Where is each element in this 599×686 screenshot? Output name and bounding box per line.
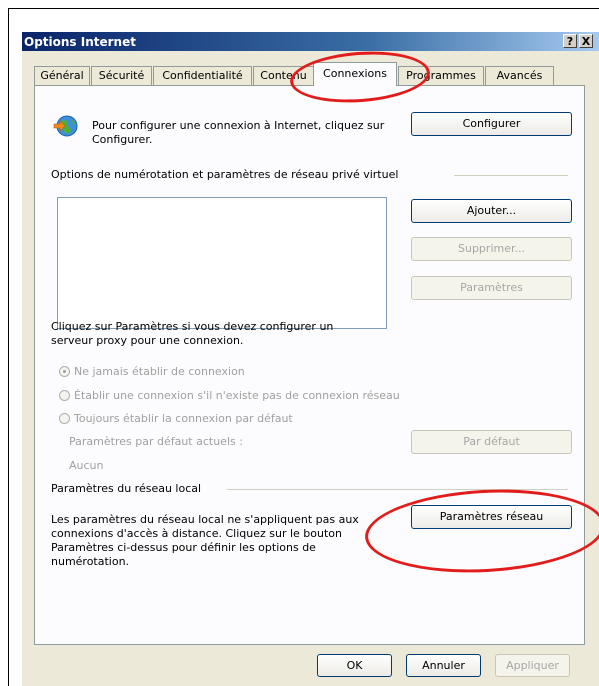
set-default-button[interactable]: Par défaut <box>411 430 572 454</box>
globe-arrow-icon <box>52 114 80 138</box>
tab-security[interactable]: Sécurité <box>91 66 152 85</box>
radio-always-dial[interactable] <box>59 413 70 424</box>
current-default-label: Paramètres par défaut actuels : <box>69 435 243 448</box>
tab-general[interactable]: Général <box>34 66 90 85</box>
close-button[interactable]: X <box>579 34 593 48</box>
dialup-separator <box>454 175 568 176</box>
dialup-heading: Options de numérotation et paramètres de… <box>51 168 399 181</box>
remove-button[interactable]: Supprimer... <box>411 237 572 261</box>
tab-privacy[interactable]: Confidentialité <box>153 66 252 85</box>
lan-heading: Paramètres du réseau local <box>51 482 202 495</box>
setup-text: Pour configurer une connexion à Internet… <box>92 119 385 146</box>
tab-advanced[interactable]: Avancés <box>485 66 554 85</box>
tab-content[interactable]: Contenu <box>253 66 314 85</box>
current-default-value: Aucun <box>69 459 104 472</box>
lan-separator <box>227 489 568 490</box>
radio-always-dial-label: Toujours établir la connexion par défaut <box>74 412 293 425</box>
radio-dial-if-no-network[interactable] <box>59 390 70 401</box>
radio-never-dial[interactable] <box>59 366 70 377</box>
window-title: Options Internet <box>24 35 136 49</box>
cancel-button[interactable]: Annuler <box>406 654 481 677</box>
lan-settings-button[interactable]: Paramètres réseau <box>411 505 572 529</box>
settings-button[interactable]: Paramètres <box>411 276 572 300</box>
lan-text: Les paramètres du réseau local ne s'appl… <box>51 513 359 568</box>
apply-button[interactable]: Appliquer <box>495 654 570 677</box>
frame-top-line <box>8 8 599 9</box>
help-button[interactable]: ? <box>563 34 577 48</box>
frame-left-line <box>8 8 9 686</box>
add-button[interactable]: Ajouter... <box>411 199 572 223</box>
tab-connections[interactable]: Connexions <box>313 62 397 86</box>
radio-dial-if-no-network-label: Établir une connexion s'il n'existe pas … <box>74 389 400 402</box>
connections-listbox[interactable] <box>57 197 387 329</box>
proxy-text: Cliquez sur Paramètres si vous devez con… <box>51 320 334 347</box>
configure-button[interactable]: Configurer <box>411 112 572 136</box>
tab-programs[interactable]: Programmes <box>398 66 484 85</box>
internet-options-dialog: Options Internet ? X Général Sécurité Co… <box>22 32 599 686</box>
radio-never-dial-label: Ne jamais établir de connexion <box>74 365 245 378</box>
ok-button[interactable]: OK <box>317 654 392 677</box>
title-bar[interactable]: Options Internet ? X <box>22 32 599 51</box>
